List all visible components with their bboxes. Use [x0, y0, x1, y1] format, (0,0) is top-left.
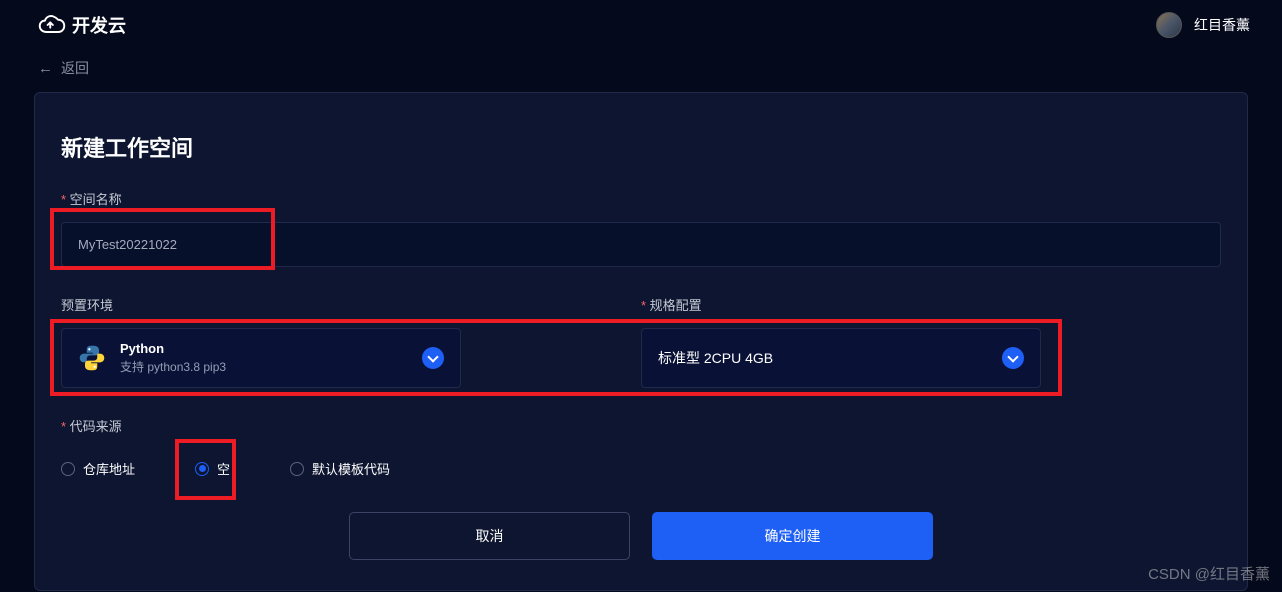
chevron-down-icon [422, 347, 444, 369]
radio-label: 默认模板代码 [312, 459, 390, 478]
cloud-logo-icon [38, 14, 66, 36]
back-link[interactable]: ← 返回 [0, 50, 1282, 92]
main-card: 新建工作空间 空间名称 预置环境 规格配置 Python 支持 pyt [34, 92, 1248, 591]
arrow-left-icon: ← [38, 60, 53, 77]
env-label: 预置环境 [61, 295, 461, 314]
python-icon [78, 344, 106, 372]
avatar [1156, 12, 1182, 38]
radio-empty[interactable]: 空 [195, 459, 230, 478]
header: 开发云 红目香薰 [0, 0, 1282, 50]
radio-label: 空 [217, 459, 230, 478]
radio-icon [61, 462, 75, 476]
watermark: CSDN @红目香薰 [1148, 563, 1270, 584]
env-select-title: Python [120, 341, 226, 356]
spec-label: 规格配置 [641, 295, 1041, 314]
radio-icon [195, 462, 209, 476]
chevron-down-icon [1002, 347, 1024, 369]
back-label: 返回 [61, 58, 89, 78]
radio-label: 仓库地址 [83, 459, 135, 478]
radio-repo-url[interactable]: 仓库地址 [61, 459, 135, 478]
spec-select-value: 标准型 2CPU 4GB [658, 348, 773, 368]
confirm-button[interactable]: 确定创建 [652, 512, 933, 560]
logo[interactable]: 开发云 [38, 12, 126, 38]
spec-select[interactable]: 标准型 2CPU 4GB [641, 328, 1041, 388]
logo-text: 开发云 [72, 12, 126, 38]
workspace-name-input[interactable] [61, 222, 1221, 267]
name-label: 空间名称 [61, 189, 1221, 208]
source-radio-group: 仓库地址 空 默认模板代码 [61, 459, 1221, 478]
radio-default-template[interactable]: 默认模板代码 [290, 459, 390, 478]
user-menu[interactable]: 红目香薰 [1156, 12, 1250, 38]
username: 红目香薰 [1194, 15, 1250, 35]
page-title: 新建工作空间 [61, 131, 1221, 163]
env-select-subtitle: 支持 python3.8 pip3 [120, 358, 226, 375]
env-select[interactable]: Python 支持 python3.8 pip3 [61, 328, 461, 388]
cancel-button[interactable]: 取消 [349, 512, 630, 560]
radio-icon [290, 462, 304, 476]
source-label: 代码来源 [61, 416, 1221, 435]
button-row: 取消 确定创建 [61, 512, 1221, 560]
